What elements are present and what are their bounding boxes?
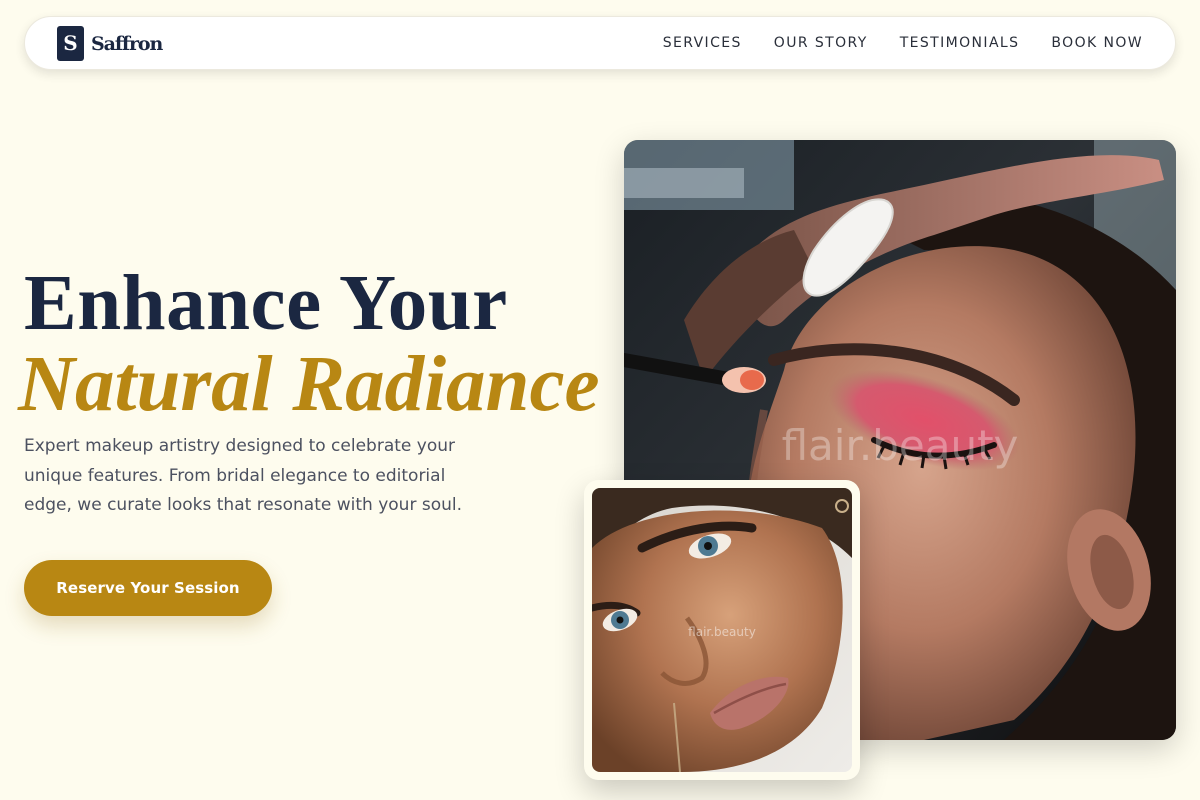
nav-link-services[interactable]: SERVICES — [663, 35, 742, 51]
hero-heading-line1: Enhance Your — [24, 260, 508, 347]
hero-heading-line2: Natural Radiance — [18, 341, 600, 428]
hero-heading: Enhance Your Natural Radiance — [18, 260, 604, 425]
brand-logo[interactable]: S Saffron — [57, 26, 163, 61]
nav-link-testimonials[interactable]: TESTIMONIALS — [900, 35, 1020, 51]
hero-description: Expert makeup artistry designed to celeb… — [24, 436, 462, 515]
portrait-photo: flair.beauty — [592, 488, 852, 772]
nav-link-book-now[interactable]: BOOK NOW — [1051, 35, 1143, 51]
nav-links: SERVICES OUR STORY TESTIMONIALS BOOK NOW — [663, 17, 1143, 69]
watermark-text-small: flair.beauty — [688, 625, 756, 639]
watermark-text: flair.beauty — [782, 421, 1019, 470]
reserve-session-button[interactable]: Reserve Your Session — [24, 560, 272, 616]
portrait-illustration: flair.beauty — [592, 488, 852, 772]
brand-name: Saffron — [91, 32, 163, 55]
brand-monogram: S — [57, 26, 84, 61]
top-navigation-bar: S Saffron SERVICES OUR STORY TESTIMONIAL… — [24, 16, 1176, 70]
portrait-photo-frame: flair.beauty — [584, 480, 860, 780]
nav-link-our-story[interactable]: OUR STORY — [774, 35, 868, 51]
